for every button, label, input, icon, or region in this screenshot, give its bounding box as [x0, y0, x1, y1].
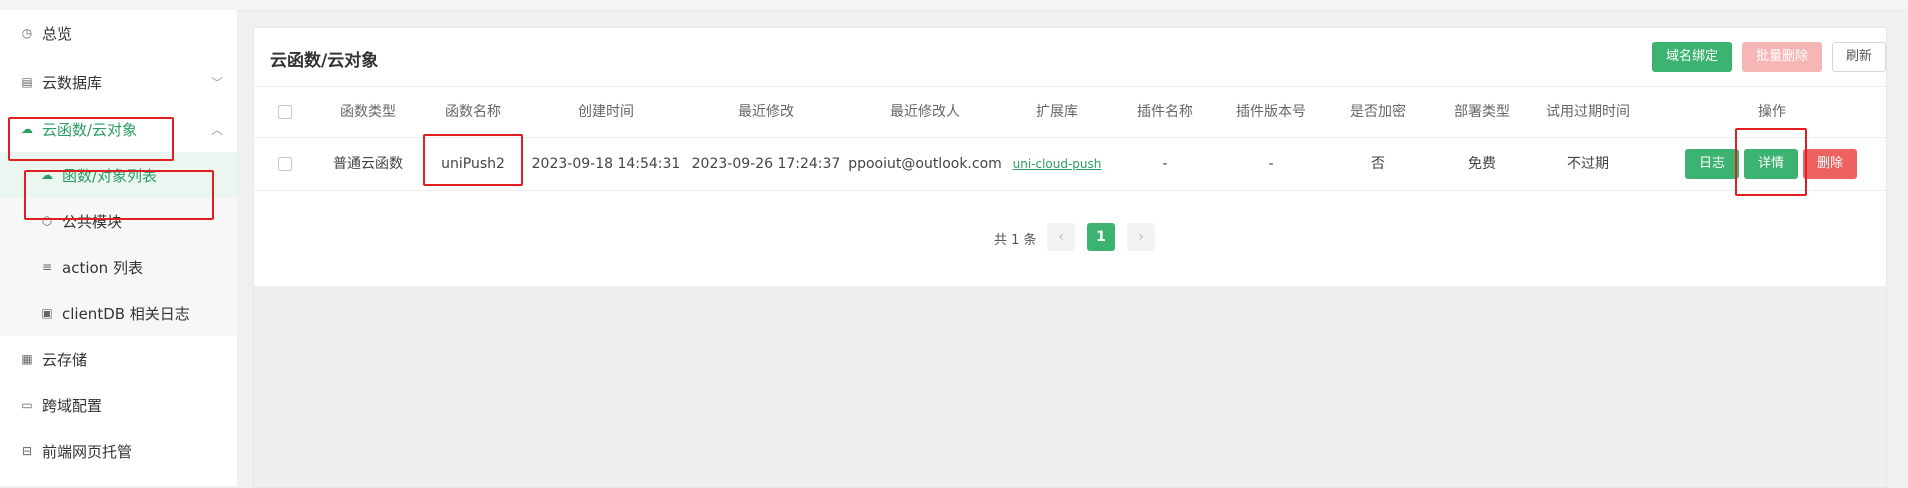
sidebar-item-label: 函数/对象列表 — [62, 166, 158, 185]
row-checkbox[interactable] — [278, 157, 292, 171]
main-card: 云函数/云对象 域名绑定 批量删除 刷新 函数类型 函数名称 创建时间 最近修改… — [253, 27, 1887, 488]
chevron-up-icon: ︿ — [210, 122, 223, 137]
ext-lib-link[interactable]: uni-cloud-push — [1013, 138, 1102, 190]
page-button-current[interactable]: 1 — [1087, 223, 1115, 251]
column-header: 创建时间 — [578, 104, 634, 120]
sidebar-item-label: 跨域配置 — [42, 396, 103, 415]
sidebar-item-label: 云存储 — [42, 350, 88, 369]
cell-deploy-type: 免费 — [1468, 156, 1496, 172]
pagination-total: 共 1 条 — [994, 233, 1037, 248]
delete-button[interactable]: 删除 — [1803, 149, 1857, 179]
window-icon: ▭ — [21, 398, 33, 412]
card-header: 云函数/云对象 域名绑定 批量删除 刷新 — [254, 28, 1886, 87]
cell-plugin-version: - — [1268, 156, 1274, 172]
sidebar-item-label: 公共模块 — [62, 212, 123, 231]
top-strip — [0, 0, 1908, 11]
storage-icon: ▦ — [21, 352, 33, 366]
sidebar-item-database[interactable]: ▤ 云数据库 ﹀ — [0, 59, 237, 105]
column-header: 最近修改 — [738, 104, 794, 120]
list-icon: ▤ — [21, 75, 33, 89]
sidebar: ◷ 总览 ▤ 云数据库 ﹀ ☁ 云函数/云对象 ︿ ☁ 函数/对象列表 ⬡ 公共… — [0, 10, 238, 486]
sidebar-item-common-modules[interactable]: ⬡ 公共模块 — [0, 198, 237, 244]
empty-area — [254, 286, 1886, 487]
table-header: 函数类型 函数名称 创建时间 最近修改 最近修改人 扩展库 插件名称 插件版本号… — [254, 87, 1886, 138]
sidebar-item-label: action 列表 — [62, 258, 143, 277]
cell-name: uniPush2 — [441, 156, 505, 172]
lines-icon: ≡ — [41, 260, 53, 274]
column-header: 函数名称 — [445, 104, 501, 120]
clock-icon: ◷ — [21, 26, 33, 40]
log-button[interactable]: 日志 — [1685, 149, 1739, 179]
column-header: 扩展库 — [1036, 104, 1078, 120]
column-header: 插件版本号 — [1236, 104, 1306, 120]
column-header: 试用过期时间 — [1546, 104, 1630, 120]
sidebar-item-clientdb-logs[interactable]: ▣ clientDB 相关日志 — [0, 290, 237, 336]
batch-delete-button[interactable]: 批量删除 — [1742, 42, 1822, 72]
column-header: 最近修改人 — [890, 104, 960, 120]
cell-plugin-name: - — [1162, 156, 1168, 172]
log-icon: ▣ — [41, 306, 53, 320]
column-header: 部署类型 — [1454, 104, 1510, 120]
cell-created: 2023-09-18 14:54:31 — [531, 156, 681, 172]
column-header: 是否加密 — [1350, 104, 1406, 120]
sidebar-item-hosting[interactable]: ⊟ 前端网页托管 — [0, 428, 237, 474]
sidebar-item-function-list[interactable]: ☁ 函数/对象列表 — [0, 152, 237, 198]
sidebar-item-storage[interactable]: ▦ 云存储 — [0, 336, 237, 382]
table-row: 普通云函数 uniPush2 2023-09-18 14:54:31 2023-… — [254, 138, 1886, 191]
prev-page-button[interactable]: ‹ — [1047, 223, 1075, 251]
page-title: 云函数/云对象 — [270, 51, 379, 71]
sidebar-item-action-list[interactable]: ≡ action 列表 — [0, 244, 237, 290]
column-header: 操作 — [1758, 104, 1786, 120]
cell-type: 普通云函数 — [333, 156, 403, 172]
column-header: 函数类型 — [340, 104, 396, 120]
detail-button[interactable]: 详情 — [1744, 149, 1798, 179]
sidebar-item-overview[interactable]: ◷ 总览 — [0, 10, 237, 56]
cell-modifier: ppooiut@outlook.com — [848, 156, 1002, 172]
next-page-button[interactable]: › — [1127, 223, 1155, 251]
domain-bind-button[interactable]: 域名绑定 — [1652, 42, 1732, 72]
cloud-icon: ☁ — [21, 122, 33, 136]
column-header: 插件名称 — [1137, 104, 1193, 120]
sidebar-item-label: 云数据库 — [42, 73, 103, 92]
refresh-button[interactable]: 刷新 — [1832, 42, 1886, 72]
cloud-icon: ☁ — [41, 168, 53, 182]
cube-icon: ⬡ — [41, 214, 53, 228]
select-all-checkbox[interactable] — [278, 105, 292, 119]
host-icon: ⊟ — [21, 444, 33, 458]
cell-trial-expire: 不过期 — [1567, 156, 1609, 172]
cell-modified: 2023-09-26 17:24:37 — [691, 156, 841, 172]
sidebar-item-label: clientDB 相关日志 — [62, 304, 190, 323]
sidebar-item-cloud-functions[interactable]: ☁ 云函数/云对象 ︿ — [0, 106, 237, 152]
sidebar-item-cors[interactable]: ▭ 跨域配置 — [0, 382, 237, 428]
sidebar-item-label: 前端网页托管 — [42, 442, 133, 461]
cell-encrypted: 否 — [1371, 156, 1385, 172]
chevron-down-icon: ﹀ — [210, 75, 223, 90]
sidebar-item-label: 总览 — [42, 24, 73, 43]
sidebar-item-label: 云函数/云对象 — [42, 120, 138, 139]
